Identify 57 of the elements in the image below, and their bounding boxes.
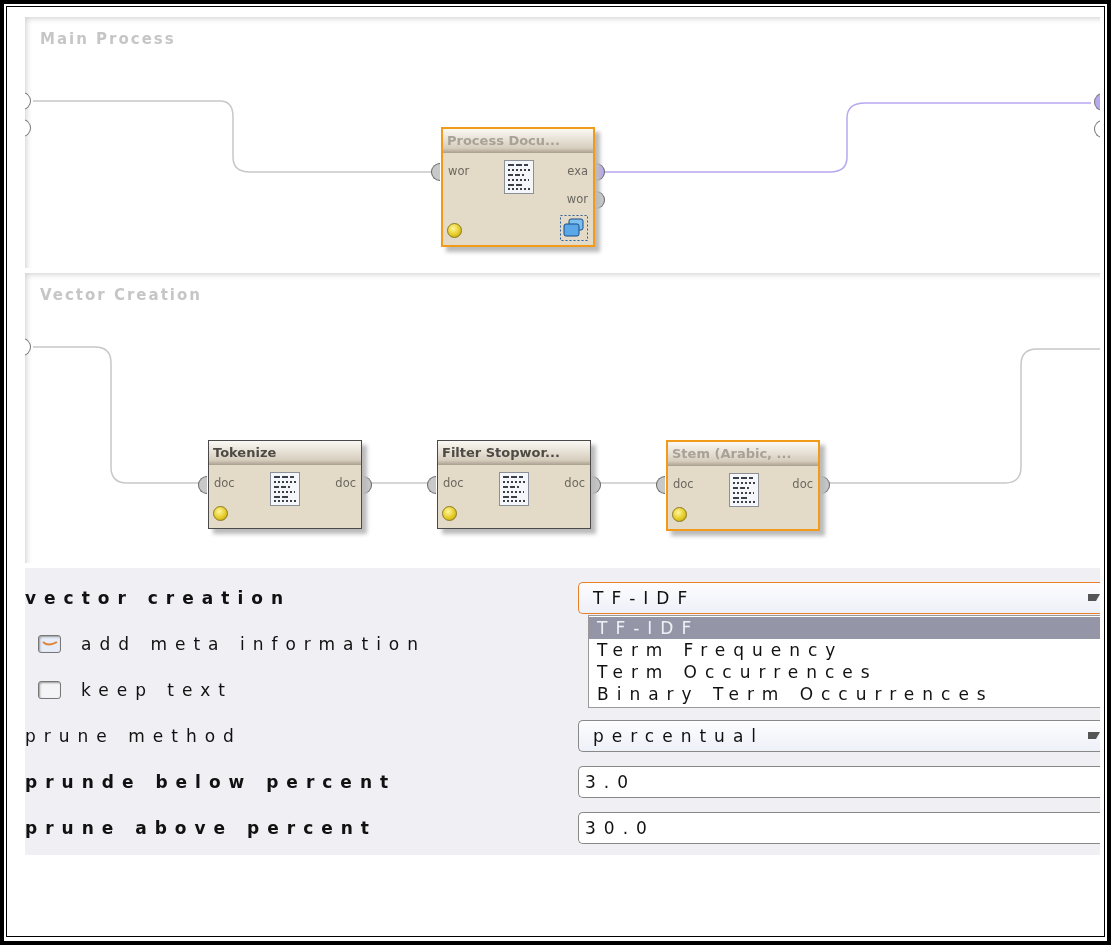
operator-title: Stem (Arabic, ...	[668, 442, 818, 466]
output-port[interactable]	[592, 475, 601, 494]
connection-line	[598, 482, 659, 484]
windows-icon[interactable]	[560, 215, 588, 241]
operator-node[interactable]: Tokenize doc doc	[208, 440, 362, 529]
document-icon	[499, 472, 529, 506]
operator-title: Tokenize	[209, 441, 361, 465]
parameter-label: prune method	[25, 726, 243, 746]
document-icon	[729, 473, 759, 507]
port-label: wor	[448, 164, 470, 178]
input-port[interactable]	[427, 475, 436, 494]
port-label: doc	[335, 476, 356, 490]
input-field[interactable]: 30.0	[578, 812, 1100, 844]
document-icon	[270, 472, 300, 506]
input-port[interactable]	[198, 475, 207, 494]
input-port[interactable]	[656, 476, 665, 494]
checkbox-label: add meta information	[81, 634, 427, 654]
parameter-label: vector creation	[25, 588, 292, 608]
check-icon	[41, 640, 58, 648]
checkbox[interactable]	[38, 635, 61, 653]
input-field[interactable]: 3.0	[578, 766, 1100, 798]
output-port[interactable]	[596, 163, 605, 181]
checkbox[interactable]	[38, 681, 61, 699]
input-port[interactable]	[431, 163, 440, 181]
output-port[interactable]	[363, 475, 372, 494]
dropdown-arrow-icon[interactable]	[1088, 594, 1100, 601]
port-label: wor	[566, 192, 588, 206]
operator-node[interactable]: Process Docu... wor exa wor	[441, 127, 595, 247]
dropdown-arrow-icon[interactable]	[1088, 732, 1100, 739]
port-label: doc	[214, 476, 235, 490]
status-light	[442, 506, 457, 521]
port-label: doc	[564, 476, 585, 490]
output-port[interactable]	[596, 191, 605, 209]
panel-title: Vector Creation	[40, 286, 202, 304]
dropdown[interactable]: TF-IDF	[578, 582, 1100, 614]
parameter-label: prunde below percent	[25, 772, 398, 792]
parameter-label: prune above percent	[25, 818, 378, 838]
operator-node[interactable]: Filter Stopwor... doc doc	[437, 440, 591, 529]
status-light	[447, 223, 462, 238]
document-icon	[504, 160, 534, 194]
panel-title: Main Process	[40, 30, 176, 48]
checkbox-label: keep text	[81, 680, 233, 700]
status-light	[672, 507, 687, 522]
dropdown[interactable]: percentual	[578, 720, 1100, 752]
status-light	[213, 506, 228, 521]
output-port[interactable]	[821, 476, 830, 494]
connection-line	[369, 482, 430, 484]
operator-node[interactable]: Stem (Arabic, ... doc doc	[666, 440, 820, 531]
operator-title: Filter Stopwor...	[438, 441, 590, 465]
port-label: doc	[443, 476, 464, 490]
port-label: doc	[673, 477, 694, 491]
port-label: exa	[567, 164, 588, 178]
dropdown-option[interactable]: Term Occurrences	[589, 661, 1100, 683]
dropdown-option[interactable]: Term Frequency	[589, 639, 1100, 661]
port-label: doc	[792, 477, 813, 491]
dropdown-option[interactable]: Binary Term Occurrences	[589, 683, 1100, 705]
operator-title: Process Docu...	[443, 129, 593, 153]
